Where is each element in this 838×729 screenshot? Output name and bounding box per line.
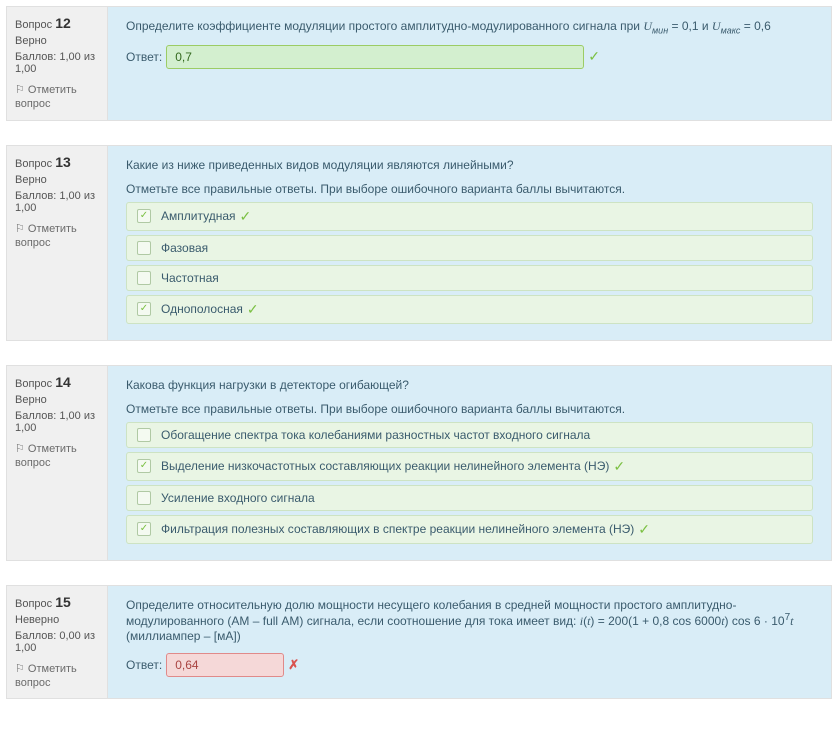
question-block: Вопрос 14 Верно Баллов: 1,00 из 1,00 ⚐ Отме…	[6, 365, 832, 561]
question-grade: Баллов: 1,00 из 1,00	[15, 410, 99, 434]
question-text: Определите коэффициенте модуляции просто…	[126, 19, 813, 35]
question-content: Какова функция нагрузки в детекторе огиб…	[108, 366, 831, 560]
instruction-text: Отметьте все правильные ответы. При выбо…	[126, 402, 813, 416]
correct-tick-icon: ✓	[613, 458, 625, 475]
question-grade: Баллов: 1,00 из 1,00	[15, 51, 99, 75]
correct-tick-icon: ✓	[247, 301, 259, 318]
question-state: Верно	[15, 394, 99, 406]
correct-tick-icon: ✓	[240, 208, 252, 225]
option-label: Частотная	[161, 271, 219, 285]
option-checkbox[interactable]	[137, 459, 151, 473]
option-checkbox[interactable]	[137, 491, 151, 505]
info-sidebar: Вопрос 12 Верно Баллов: 1,00 из 1,00 ⚐ Отме…	[7, 7, 108, 120]
question-number: Вопрос 12	[15, 15, 99, 31]
option-checkbox[interactable]	[137, 271, 151, 285]
answer-input[interactable]	[166, 45, 584, 69]
incorrect-cross-icon: ✗	[288, 657, 299, 672]
question-content: Определите относительную долю мощности н…	[108, 586, 831, 699]
option-row[interactable]: Амплитудная ✓	[126, 202, 813, 231]
question-num-value: 12	[55, 15, 71, 31]
answer-row: Ответ: ✓	[126, 45, 813, 69]
correct-tick-icon: ✓	[638, 521, 650, 538]
flag-question-link[interactable]: ⚐ Отметить вопрос	[15, 222, 99, 251]
question-word: Вопрос	[15, 598, 52, 610]
option-row[interactable]: Фазовая	[126, 235, 813, 261]
option-label: Фазовая	[161, 241, 208, 255]
option-row[interactable]: Обогащение спектра тока колебаниями разн…	[126, 422, 813, 448]
option-label: Обогащение спектра тока колебаниями разн…	[161, 428, 590, 442]
option-label: Усиление входного сигнала	[161, 491, 315, 505]
option-label: Выделение низкочастотных составляющих ре…	[161, 459, 609, 473]
option-checkbox[interactable]	[137, 522, 151, 536]
question-text: Какие из ниже приведенных видов модуляци…	[126, 158, 813, 172]
question-word: Вопрос	[15, 19, 52, 31]
question-num-value: 13	[55, 154, 71, 170]
info-sidebar: Вопрос 14 Верно Баллов: 1,00 из 1,00 ⚐ Отме…	[7, 366, 108, 560]
option-checkbox[interactable]	[137, 302, 151, 316]
answer-row: Ответ: ✗	[126, 653, 813, 677]
flag-icon: ⚐	[15, 223, 28, 235]
option-row[interactable]: Частотная	[126, 265, 813, 291]
flag-icon: ⚐	[15, 84, 28, 96]
option-row[interactable]: Фильтрация полезных составляющих в спект…	[126, 515, 813, 544]
option-row[interactable]: Однополосная ✓	[126, 295, 813, 324]
question-number: Вопрос 14	[15, 374, 99, 390]
flag-icon: ⚐	[15, 663, 28, 675]
answer-input[interactable]	[166, 653, 284, 677]
option-checkbox[interactable]	[137, 241, 151, 255]
question-block: Вопрос 13 Верно Баллов: 1,00 из 1,00 ⚐ Отме…	[6, 145, 832, 341]
question-text: Определите относительную долю мощности н…	[126, 598, 813, 643]
question-block: Вопрос 12 Верно Баллов: 1,00 из 1,00 ⚐ Отме…	[6, 6, 832, 121]
question-state: Верно	[15, 174, 99, 186]
answer-label: Ответ:	[126, 50, 162, 64]
question-word: Вопрос	[15, 158, 52, 170]
flag-icon: ⚐	[15, 443, 28, 455]
flag-question-link[interactable]: ⚐ Отметить вопрос	[15, 662, 99, 691]
info-sidebar: Вопрос 15 Неверно Баллов: 0,00 из 1,00 ⚐ От…	[7, 586, 108, 699]
question-state: Верно	[15, 35, 99, 47]
instruction-text: Отметьте все правильные ответы. При выбо…	[126, 182, 813, 196]
option-label: Амплитудная	[161, 209, 236, 223]
question-num-value: 14	[55, 374, 71, 390]
flag-question-link[interactable]: ⚐ Отметить вопрос	[15, 442, 99, 471]
question-number: Вопрос 13	[15, 154, 99, 170]
option-label: Фильтрация полезных составляющих в спект…	[161, 522, 634, 536]
question-text-prefix: Определите коэффициенте модуляции просто…	[126, 19, 643, 33]
option-checkbox[interactable]	[137, 428, 151, 442]
question-grade: Баллов: 1,00 из 1,00	[15, 190, 99, 214]
answer-label: Ответ:	[126, 658, 162, 672]
question-math: Uмин = 0,1 и Uмакс = 0,6	[643, 19, 770, 33]
info-sidebar: Вопрос 13 Верно Баллов: 1,00 из 1,00 ⚐ Отме…	[7, 146, 108, 340]
option-checkbox[interactable]	[137, 209, 151, 223]
question-content: Определите коэффициенте модуляции просто…	[108, 7, 831, 120]
option-row[interactable]: Выделение низкочастотных составляющих ре…	[126, 452, 813, 481]
question-number: Вопрос 15	[15, 594, 99, 610]
question-text: Какова функция нагрузки в детекторе огиб…	[126, 378, 813, 392]
flag-question-link[interactable]: ⚐ Отметить вопрос	[15, 83, 99, 112]
question-block: Вопрос 15 Неверно Баллов: 0,00 из 1,00 ⚐ От…	[6, 585, 832, 700]
question-content: Какие из ниже приведенных видов модуляци…	[108, 146, 831, 340]
correct-tick-icon: ✓	[588, 48, 600, 64]
question-state: Неверно	[15, 614, 99, 626]
option-label: Однополосная	[161, 302, 243, 316]
question-grade: Баллов: 0,00 из 1,00	[15, 630, 99, 654]
question-word: Вопрос	[15, 378, 52, 390]
question-num-value: 15	[55, 594, 71, 610]
option-row[interactable]: Усиление входного сигнала	[126, 485, 813, 511]
